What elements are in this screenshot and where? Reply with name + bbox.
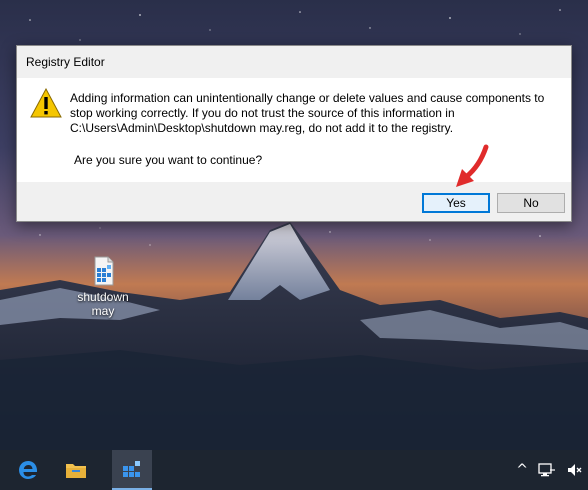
- no-button[interactable]: No: [497, 193, 565, 213]
- desktop-file-shutdown-may[interactable]: shutdown may: [72, 256, 134, 318]
- edge-icon[interactable]: [8, 450, 48, 490]
- file-label-line-2: may: [91, 304, 115, 318]
- edge-logo: [19, 461, 38, 479]
- red-arrow-icon: [456, 144, 489, 187]
- folder-icon: [66, 464, 86, 478]
- message-line-2: stop working correctly. If you do not tr…: [70, 106, 455, 120]
- desktop: Registry Editor Adding information can u…: [0, 0, 588, 490]
- message-line-3: C:\Users\Admin\Desktop\shutdown may.reg,…: [70, 121, 454, 135]
- volume-muted-icon[interactable]: [566, 462, 582, 478]
- file-explorer-icon[interactable]: [56, 450, 96, 490]
- message-line-1: Adding information can unintentionally c…: [70, 91, 545, 105]
- system-tray: ^: [516, 462, 582, 478]
- warning-icon: [30, 88, 62, 118]
- registry-editor-icon[interactable]: [112, 450, 152, 490]
- taskbar: ^: [0, 450, 588, 490]
- desktop-file-label: shutdown may: [72, 290, 134, 318]
- file-label-line-1: shutdown: [77, 290, 129, 304]
- registry-editor-dialog: Registry Editor Adding information can u…: [16, 45, 572, 222]
- regedit-logo: [123, 461, 140, 477]
- chevron-up-icon[interactable]: ^: [516, 462, 528, 478]
- reg-file-icon: [94, 256, 114, 286]
- dialog-message: Adding information can unintentionally c…: [70, 91, 560, 136]
- yes-button[interactable]: Yes: [422, 193, 490, 213]
- dialog-question: Are you sure you want to continue?: [74, 153, 263, 167]
- dialog-title: Registry Editor: [26, 55, 105, 69]
- network-icon[interactable]: [538, 462, 556, 478]
